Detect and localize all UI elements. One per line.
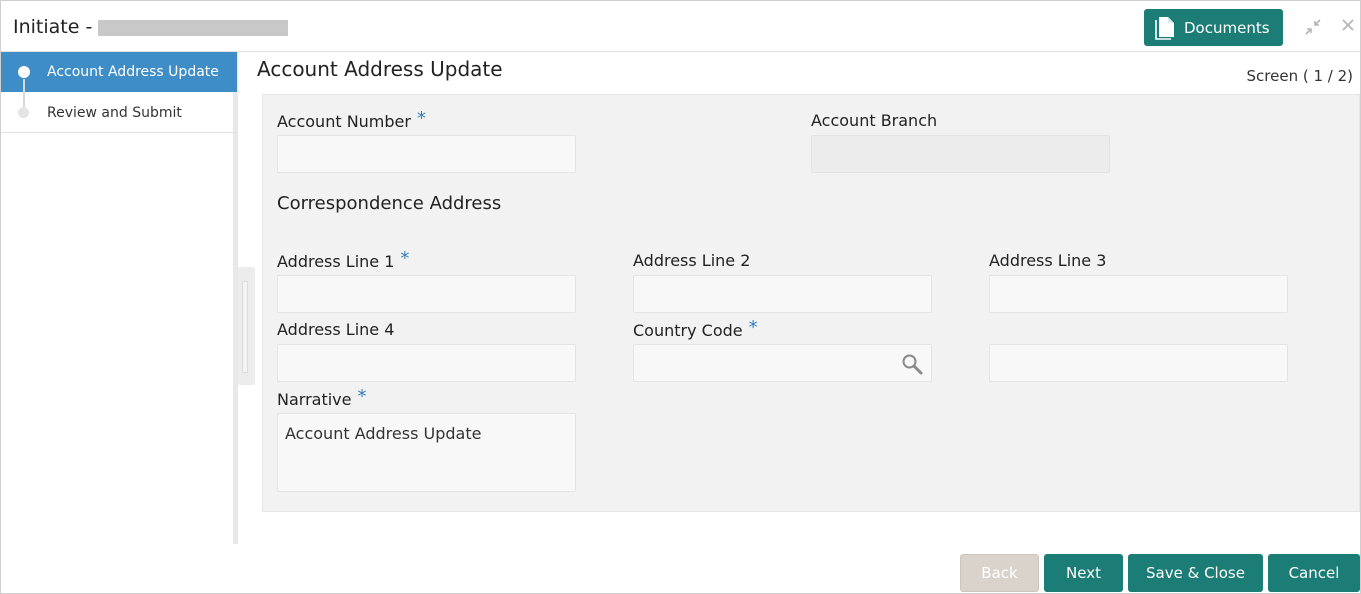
account-number-label: Account Number * [277, 108, 426, 131]
header: Initiate - Documents [1, 1, 1360, 52]
required-marker: * [416, 108, 426, 129]
narrative-label: Narrative * [277, 386, 367, 409]
address-line-2-input[interactable] [633, 275, 932, 313]
save-close-button[interactable]: Save & Close [1128, 554, 1263, 592]
back-button[interactable]: Back [960, 554, 1039, 592]
address-line-3-input[interactable] [989, 275, 1288, 313]
country-name-field[interactable] [989, 344, 1288, 382]
account-branch-label: Account Branch [811, 111, 938, 130]
address-line-4-label: Address Line 4 [277, 320, 395, 339]
cancel-button[interactable]: Cancel [1268, 554, 1360, 592]
window-title: Initiate - [13, 16, 289, 38]
page-title: Account Address Update [257, 57, 503, 81]
required-marker: * [748, 317, 758, 338]
required-marker: * [357, 386, 367, 407]
address-line-1-input[interactable] [277, 275, 576, 313]
sidebar-item-account-address-update[interactable]: Account Address Update [1, 52, 237, 92]
title-text: Initiate - [13, 16, 93, 38]
step-inactive-icon [18, 107, 29, 118]
address-line-3-label: Address Line 3 [989, 251, 1107, 270]
address-line-2-label: Address Line 2 [633, 251, 751, 270]
address-line-1-label: Address Line 1 * [277, 248, 410, 271]
redacted-reference [98, 20, 289, 36]
account-branch-field [811, 135, 1110, 173]
sidebar-item-review-and-submit[interactable]: Review and Submit [1, 93, 237, 133]
required-marker: * [400, 248, 410, 269]
screen-indicator: Screen ( 1 / 2) [1246, 67, 1354, 85]
correspondence-address-heading: Correspondence Address [277, 193, 502, 214]
step-label: Review and Submit [47, 104, 182, 121]
sidebar: Account Address Update Review and Submit [1, 52, 238, 544]
step-label: Account Address Update [47, 64, 219, 80]
address-line-4-input[interactable] [277, 344, 576, 382]
document-icon [1154, 16, 1176, 40]
step-active-icon [18, 66, 30, 78]
window: Initiate - Documents Account Address Upd… [0, 0, 1361, 594]
next-button[interactable]: Next [1044, 554, 1123, 592]
search-icon[interactable] [901, 353, 923, 375]
documents-label: Documents [1184, 18, 1270, 37]
close-icon[interactable] [1338, 17, 1358, 37]
narrative-textarea[interactable]: Account Address Update [277, 413, 576, 492]
minimize-icon[interactable] [1303, 17, 1323, 37]
country-code-input[interactable] [633, 344, 932, 382]
documents-button[interactable]: Documents [1144, 9, 1283, 46]
panel-splitter-handle[interactable] [238, 267, 255, 385]
country-code-label: Country Code * [633, 317, 758, 340]
splitter-grip [242, 281, 248, 373]
account-number-input[interactable] [277, 135, 576, 173]
